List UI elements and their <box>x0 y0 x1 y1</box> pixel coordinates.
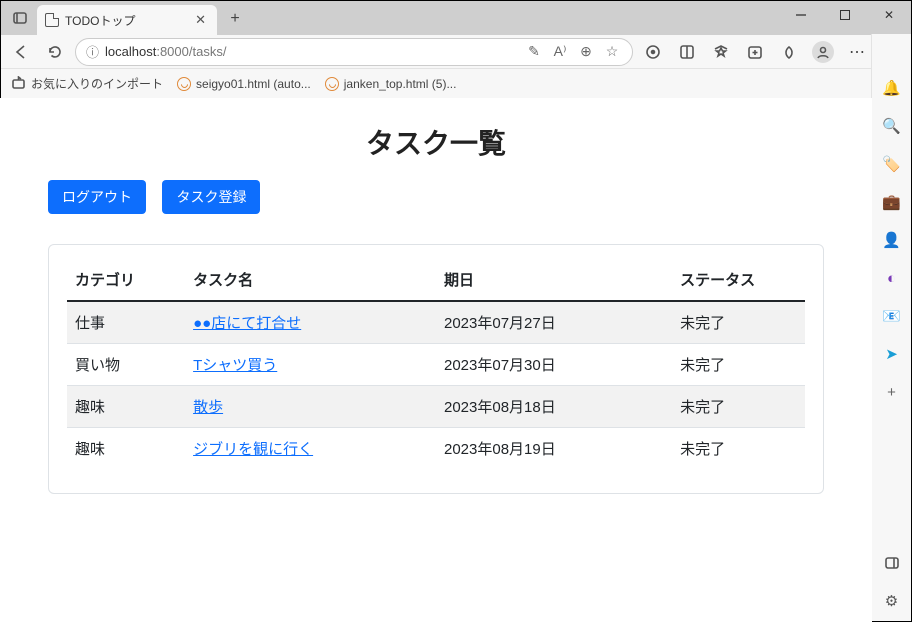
window-titlebar: TODOトップ ✕ + ✕ <box>1 1 911 35</box>
cell-name: ジブリを観に行く <box>185 428 436 470</box>
close-button[interactable]: ✕ <box>867 1 911 29</box>
reading-list-icon[interactable] <box>673 38 701 66</box>
tab-title: TODOトップ <box>65 12 186 29</box>
cell-category: 仕事 <box>67 301 185 344</box>
import-favorites-label: お気に入りのインポート <box>31 75 163 92</box>
table-row: 仕事 ●●店にて打合せ 2023年07月27日未完了 <box>67 301 805 344</box>
add-sidebar-icon[interactable]: + <box>882 382 902 402</box>
cell-category: 買い物 <box>67 344 185 386</box>
cell-status: 未完了 <box>672 428 805 470</box>
cell-status: 未完了 <box>672 386 805 428</box>
favorite-icon[interactable]: ☆ <box>602 43 622 60</box>
url-host: localhost <box>105 44 156 59</box>
register-task-button[interactable]: タスク登録 <box>162 180 260 214</box>
table-row: 趣味ジブリを観に行く 2023年08月19日未完了 <box>67 428 805 470</box>
cell-name: 散歩 <box>185 386 436 428</box>
bookmarks-bar: お気に入りのインポート seigyo01.html (auto... janke… <box>1 69 911 99</box>
browser-toolbar: ⓘ localhost:8000/tasks/ ✎ A⁾ ⊕ ☆ ⋯ b <box>1 35 911 69</box>
task-link[interactable]: Tシャツ買う <box>193 357 277 374</box>
shopping-icon[interactable]: 🏷️ <box>882 154 902 174</box>
office-icon[interactable]: ◐ <box>882 268 902 288</box>
table-row: 買い物 Tシャツ買う 2023年07月30日未完了 <box>67 344 805 386</box>
task-link[interactable]: 散歩 <box>193 399 223 416</box>
settings-icon[interactable]: ⚙ <box>882 591 902 611</box>
tasks-table: カテゴリ タスク名 期日 ステータス 仕事 ●●店にて打合せ 2023年07月27日… <box>67 259 805 469</box>
address-bar[interactable]: ⓘ localhost:8000/tasks/ ✎ A⁾ ⊕ ☆ <box>75 38 633 66</box>
profile-avatar[interactable] <box>809 38 837 66</box>
bookmark-item[interactable]: seigyo01.html (auto... <box>177 77 311 91</box>
read-aloud-icon[interactable]: A⁾ <box>550 43 570 60</box>
page-viewport: タスク一覧 ログアウト タスク登録 カテゴリ タスク名 期日 ステータス 仕事 ●… <box>0 98 872 622</box>
edge-sidebar: 🔔 🔍 🏷️ 💼 👤 ◐ 📧 ➤ + ⚙ <box>871 34 911 621</box>
close-tab-icon[interactable]: ✕ <box>192 12 209 28</box>
col-status: ステータス <box>672 259 805 301</box>
url-port: 8000 <box>160 44 189 59</box>
site-info-icon[interactable]: ⓘ <box>86 42 99 61</box>
maximize-button[interactable] <box>823 1 867 29</box>
col-due: 期日 <box>436 259 672 301</box>
bookmark-label: janken_top.html (5)... <box>344 77 457 91</box>
favicon-icon <box>325 77 339 91</box>
task-link[interactable]: ジブリを観に行く <box>193 441 313 458</box>
minimize-button[interactable] <box>779 1 823 29</box>
import-favorites-button[interactable]: お気に入りのインポート <box>11 75 163 92</box>
performance-icon[interactable] <box>775 38 803 66</box>
search-icon[interactable]: 🔍 <box>882 116 902 136</box>
cell-status: 未完了 <box>672 344 805 386</box>
page-icon <box>45 13 59 27</box>
tools-icon[interactable]: 💼 <box>882 192 902 212</box>
refresh-button[interactable] <box>41 38 69 66</box>
url-path: /tasks/ <box>189 44 227 59</box>
cell-category: 趣味 <box>67 386 185 428</box>
logout-button[interactable]: ログアウト <box>48 180 146 214</box>
cell-category: 趣味 <box>67 428 185 470</box>
games-icon[interactable]: 👤 <box>882 230 902 250</box>
send-icon[interactable]: ➤ <box>882 344 902 364</box>
tasks-card: カテゴリ タスク名 期日 ステータス 仕事 ●●店にて打合せ 2023年07月27日… <box>48 244 824 494</box>
bookmark-item[interactable]: janken_top.html (5)... <box>325 77 457 91</box>
back-button[interactable] <box>7 38 35 66</box>
bookmark-label: seigyo01.html (auto... <box>196 77 311 91</box>
cell-name: Tシャツ買う <box>185 344 436 386</box>
cell-name: ●●店にて打合せ <box>185 301 436 344</box>
zoom-icon[interactable]: ⊕ <box>576 43 596 60</box>
notifications-icon[interactable]: 🔔 <box>882 78 902 98</box>
page-content: タスク一覧 ログアウト タスク登録 カテゴリ タスク名 期日 ステータス 仕事 ●… <box>0 98 872 518</box>
window-controls: ✕ <box>779 1 911 29</box>
table-row: 趣味散歩 2023年08月18日未完了 <box>67 386 805 428</box>
col-category: カテゴリ <box>67 259 185 301</box>
cell-due: 2023年07月30日 <box>436 344 672 386</box>
tab-actions-icon[interactable] <box>7 5 33 31</box>
cell-status: 未完了 <box>672 301 805 344</box>
favicon-icon <box>177 77 191 91</box>
task-link[interactable]: ●●店にて打合せ <box>193 315 301 332</box>
browser-tab[interactable]: TODOトップ ✕ <box>37 5 217 35</box>
favorites-icon[interactable] <box>707 38 735 66</box>
hide-sidebar-icon[interactable] <box>882 553 902 573</box>
col-name: タスク名 <box>185 259 436 301</box>
extensions-icon[interactable] <box>639 38 667 66</box>
more-menu-icon[interactable]: ⋯ <box>843 38 871 66</box>
new-tab-button[interactable]: + <box>221 5 249 33</box>
cell-due: 2023年08月18日 <box>436 386 672 428</box>
outlook-icon[interactable]: 📧 <box>882 306 902 326</box>
cell-due: 2023年07月27日 <box>436 301 672 344</box>
page-title: タスク一覧 <box>48 122 824 162</box>
collections-icon[interactable] <box>741 38 769 66</box>
cell-due: 2023年08月19日 <box>436 428 672 470</box>
pencil-icon[interactable]: ✎ <box>524 43 544 60</box>
